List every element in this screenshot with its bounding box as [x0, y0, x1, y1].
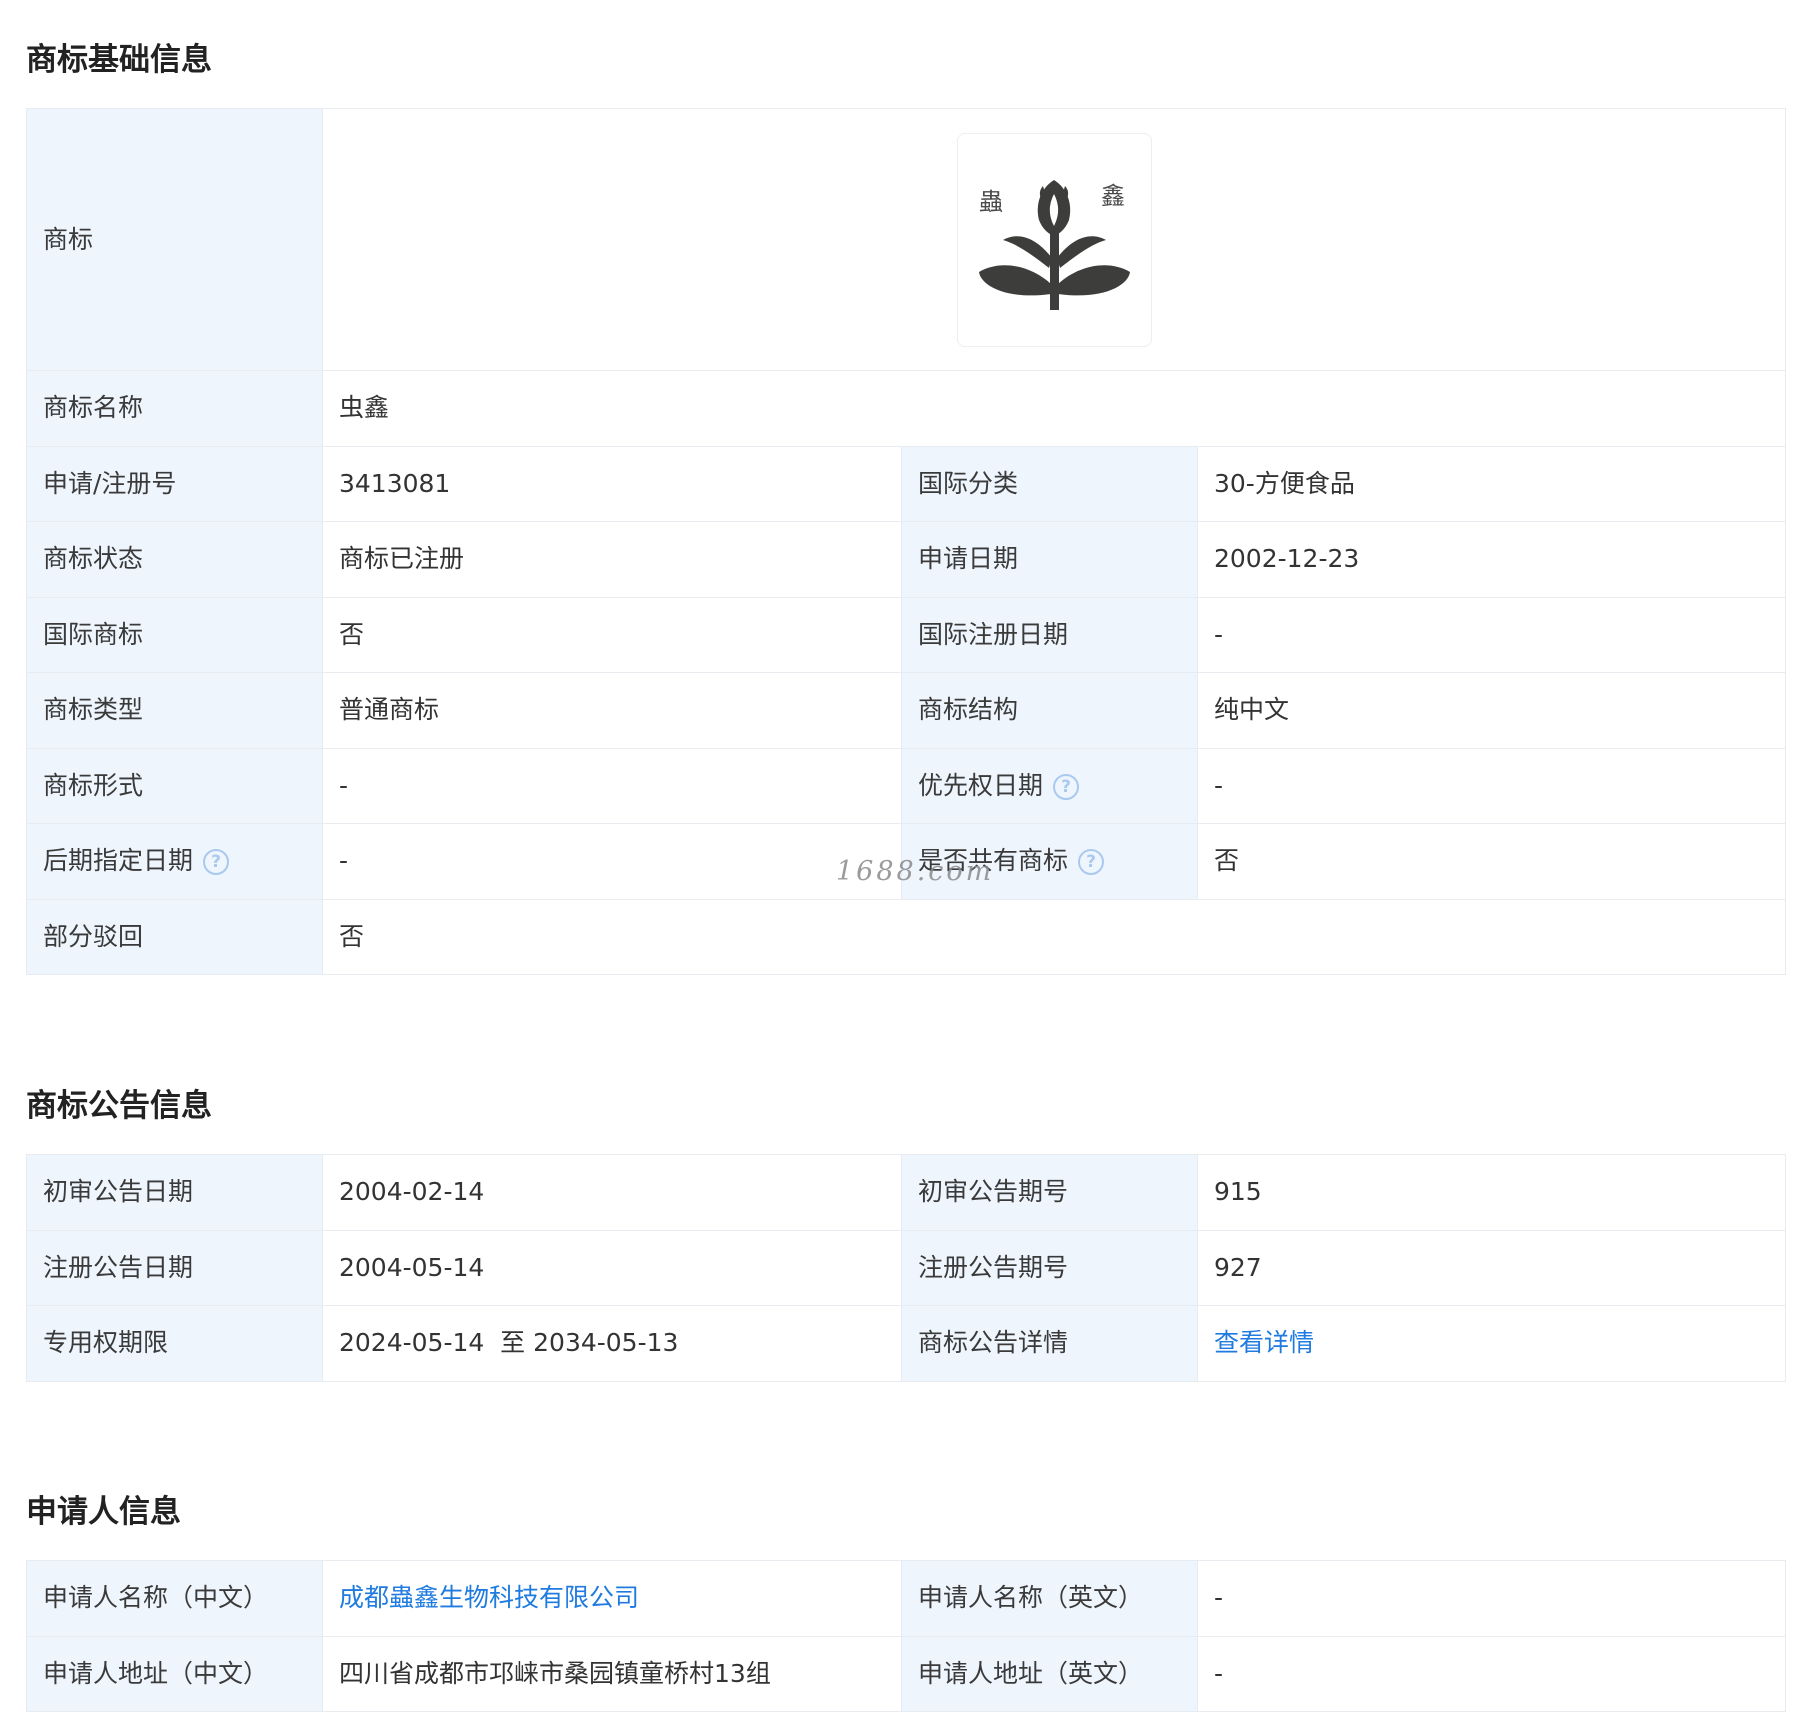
section-title-basic: 商标基础信息 [26, 42, 212, 78]
form-value: - [322, 747, 902, 824]
table-row: 注册公告日期 2004-05-14 注册公告期号 927 [26, 1229, 1786, 1306]
table-row: 申请人地址（中文） 四川省成都市邛崃市桑园镇童桥村13组 申请人地址（英文） - [26, 1635, 1786, 1712]
applicant-addr-cn-value: 四川省成都市邛崃市桑园镇童桥村13组 [322, 1635, 902, 1712]
trademark-label: 商标 [26, 108, 323, 371]
trademark-logo-row: 商标 蟲 鑫 [26, 108, 1786, 371]
partial-reject-value: 否 [322, 898, 1786, 975]
applicant-name-en-label: 申请人名称（英文） [901, 1560, 1198, 1637]
applicant-addr-cn-label: 申请人地址（中文） [26, 1635, 323, 1712]
table-row: 国际商标 否 国际注册日期 - [26, 596, 1786, 673]
later-date-label: 后期指定日期 [43, 846, 194, 876]
table-row: 申请/注册号 3413081 国际分类 30-方便食品 [26, 445, 1786, 522]
intl-reg-date-value: - [1197, 596, 1786, 673]
applicant-addr-en-label: 申请人地址（英文） [901, 1635, 1198, 1712]
reg-no-value: 927 [1197, 1229, 1786, 1306]
regno-label: 申请/注册号 [26, 445, 323, 522]
logo-char-left: 蟲 [979, 188, 1003, 216]
later-date-label-cell: 后期指定日期? [26, 823, 323, 900]
later-date-value: - [322, 823, 902, 900]
notice-info-table: 初审公告日期 2004-02-14 初审公告期号 915 注册公告日期 2004… [26, 1154, 1786, 1382]
basic-info-table: 商标 蟲 鑫 商标名称 虫鑫 申请/注册号 3413081 国际分类 30-方便… [26, 108, 1786, 975]
prelim-no-value: 915 [1197, 1154, 1786, 1231]
table-row: 商标名称 虫鑫 [26, 370, 1786, 447]
type-value: 普通商标 [322, 672, 902, 749]
status-value: 商标已注册 [322, 521, 902, 598]
trademark-logo-icon: 蟲 鑫 [979, 179, 1130, 310]
priority-value: - [1197, 747, 1786, 824]
applicant-name-en-value: - [1197, 1560, 1786, 1637]
term-label: 专用权期限 [26, 1305, 323, 1382]
prelim-no-label: 初审公告期号 [901, 1154, 1198, 1231]
reg-no-label: 注册公告期号 [901, 1229, 1198, 1306]
priority-label: 优先权日期 [918, 770, 1044, 800]
applicant-addr-en-value: - [1197, 1635, 1786, 1712]
section-title-applicant: 申请人信息 [26, 1494, 181, 1530]
table-row: 商标状态 商标已注册 申请日期 2002-12-23 [26, 521, 1786, 598]
structure-value: 纯中文 [1197, 672, 1786, 749]
logo-char-right: 鑫 [1101, 182, 1125, 210]
trademark-logo-image[interactable]: 蟲 鑫 [956, 132, 1152, 347]
reg-date-value: 2004-05-14 [322, 1229, 902, 1306]
table-row: 商标形式 - 优先权日期? - [26, 747, 1786, 824]
name-label: 商标名称 [26, 370, 323, 447]
detail-cell: 查看详情 [1197, 1305, 1786, 1382]
shared-value: 否 [1197, 823, 1786, 900]
structure-label: 商标结构 [901, 672, 1198, 749]
intl-tm-label: 国际商标 [26, 596, 323, 673]
applicant-name-cn-label: 申请人名称（中文） [26, 1560, 323, 1637]
table-row: 部分驳回 否 [26, 898, 1786, 975]
reg-date-label: 注册公告日期 [26, 1229, 323, 1306]
watermark: 1688.com [836, 856, 995, 887]
applicant-info-table: 申请人名称（中文） 成都蟲鑫生物科技有限公司 申请人名称（英文） - 申请人地址… [26, 1560, 1786, 1712]
applicant-name-link[interactable]: 成都蟲鑫生物科技有限公司 [339, 1583, 639, 1612]
priority-label-cell: 优先权日期? [901, 747, 1198, 824]
intl-class-value: 30-方便食品 [1197, 445, 1786, 522]
type-label: 商标类型 [26, 672, 323, 749]
name-value: 虫鑫 [322, 370, 1786, 447]
partial-reject-label: 部分驳回 [26, 898, 323, 975]
help-icon[interactable]: ? [203, 849, 230, 876]
table-row: 商标类型 普通商标 商标结构 纯中文 [26, 672, 1786, 749]
intl-reg-date-label: 国际注册日期 [901, 596, 1198, 673]
help-icon[interactable]: ? [1053, 773, 1080, 800]
table-row: 申请人名称（中文） 成都蟲鑫生物科技有限公司 申请人名称（英文） - [26, 1560, 1786, 1637]
apply-date-value: 2002-12-23 [1197, 521, 1786, 598]
prelim-date-label: 初审公告日期 [26, 1154, 323, 1231]
intl-tm-value: 否 [322, 596, 902, 673]
table-row: 专用权期限 2024-05-14 至 2034-05-13 商标公告详情 查看详… [26, 1305, 1786, 1382]
applicant-name-cn-cell: 成都蟲鑫生物科技有限公司 [322, 1560, 902, 1637]
detail-label: 商标公告详情 [901, 1305, 1198, 1382]
status-label: 商标状态 [26, 521, 323, 598]
view-details-link[interactable]: 查看详情 [1214, 1328, 1314, 1357]
trademark-logo-cell: 蟲 鑫 [322, 108, 1786, 371]
term-value: 2024-05-14 至 2034-05-13 [322, 1305, 902, 1382]
form-label: 商标形式 [26, 747, 323, 824]
section-title-notice: 商标公告信息 [26, 1088, 212, 1124]
apply-date-label: 申请日期 [901, 521, 1198, 598]
help-icon[interactable]: ? [1078, 849, 1105, 876]
regno-value: 3413081 [322, 445, 902, 522]
table-row: 初审公告日期 2004-02-14 初审公告期号 915 [26, 1154, 1786, 1231]
intl-class-label: 国际分类 [901, 445, 1198, 522]
prelim-date-value: 2004-02-14 [322, 1154, 902, 1231]
